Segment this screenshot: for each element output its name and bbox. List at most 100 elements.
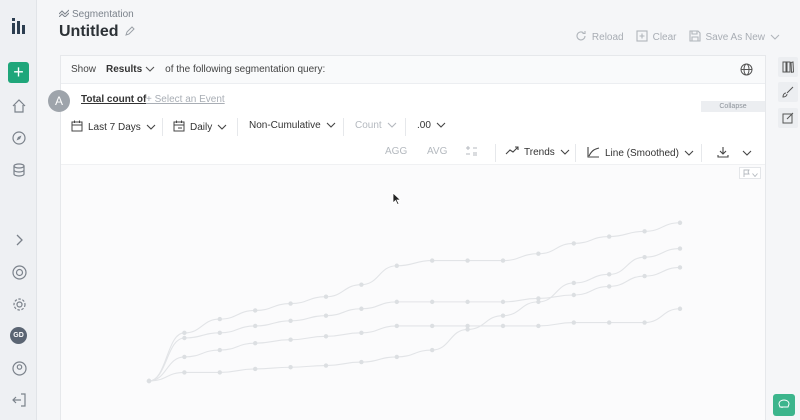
- data-point-s0-5[interactable]: [323, 294, 329, 299]
- interval-dropdown[interactable]: Daily: [173, 120, 227, 135]
- decimals-dropdown[interactable]: .00: [417, 120, 446, 131]
- data-point-s3-8[interactable]: [430, 323, 435, 329]
- lifebuoy-icon[interactable]: [9, 262, 29, 282]
- data-point-s0-14[interactable]: [642, 229, 647, 234]
- data-point-s1-2[interactable]: [217, 330, 222, 336]
- data-point-s0-13[interactable]: [607, 234, 612, 239]
- chat-support-button[interactable]: [773, 394, 795, 416]
- series-line-3[interactable]: [148, 308, 681, 382]
- clear-button[interactable]: Clear: [636, 30, 677, 45]
- data-point-s1-9[interactable]: [465, 299, 470, 305]
- data-point-s0-7[interactable]: [394, 263, 399, 268]
- brush-icon[interactable]: [778, 82, 798, 102]
- library-icon[interactable]: [778, 57, 798, 77]
- chevron-right-icon[interactable]: [9, 230, 29, 250]
- data-point-s2-11[interactable]: [536, 299, 541, 305]
- collapse-button[interactable]: Collapse: [701, 101, 765, 112]
- cumulative-dropdown[interactable]: Non-Cumulative: [249, 120, 336, 131]
- logout-icon[interactable]: [9, 390, 29, 410]
- database-icon[interactable]: [9, 160, 29, 180]
- count-dropdown[interactable]: Count: [355, 120, 397, 131]
- data-point-s1-5[interactable]: [323, 313, 329, 318]
- data-point-s2-5[interactable]: [323, 363, 329, 368]
- data-point-s3-12[interactable]: [571, 320, 576, 325]
- pencil-icon[interactable]: [124, 23, 135, 41]
- data-point-s3-10[interactable]: [500, 323, 506, 329]
- data-point-s0-10[interactable]: [500, 258, 506, 263]
- home-icon[interactable]: [9, 96, 29, 116]
- data-point-s3-11[interactable]: [536, 323, 541, 329]
- data-point-s2-4[interactable]: [288, 365, 293, 370]
- results-dropdown[interactable]: Results: [106, 64, 155, 75]
- data-point-s2-6[interactable]: [359, 359, 364, 365]
- data-point-s0-6[interactable]: [359, 282, 364, 287]
- data-point-s1-4[interactable]: [288, 318, 293, 323]
- save-as-new-button[interactable]: Save As New: [688, 30, 780, 45]
- reload-button[interactable]: Reload: [575, 30, 624, 45]
- agg-button[interactable]: AGG: [385, 146, 407, 157]
- data-point-s3-9[interactable]: [465, 323, 470, 329]
- data-point-s1-15[interactable]: [677, 265, 683, 270]
- data-point-s3-6[interactable]: [359, 330, 364, 336]
- select-event-link[interactable]: + Select an Event: [146, 94, 225, 105]
- data-point-s2-3[interactable]: [253, 366, 258, 372]
- data-point-s1-7[interactable]: [394, 299, 399, 305]
- formula-icon[interactable]: [465, 145, 479, 157]
- data-point-s3-7[interactable]: [394, 323, 399, 329]
- line-type-dropdown[interactable]: Line (Smoothed): [587, 146, 694, 161]
- data-point-s3-1[interactable]: [182, 354, 187, 360]
- data-point-s2-13[interactable]: [607, 272, 612, 277]
- data-point-s0-3[interactable]: [253, 308, 258, 313]
- divider: [701, 144, 702, 162]
- user-icon[interactable]: [9, 358, 29, 378]
- data-point-s3-5[interactable]: [323, 334, 329, 339]
- data-point-s1-3[interactable]: [253, 323, 258, 329]
- data-point-s0-4[interactable]: [288, 301, 293, 306]
- app-logo-icon[interactable]: [9, 16, 29, 36]
- data-point-s2-14[interactable]: [642, 254, 647, 260]
- data-point-s3-3[interactable]: [253, 340, 258, 346]
- controls-row: Last 7 Days Daily Non-Cumulative Count .…: [61, 114, 765, 140]
- avg-button[interactable]: AVG: [427, 146, 447, 157]
- add-button[interactable]: +: [8, 62, 29, 83]
- data-point-s1-13[interactable]: [607, 284, 612, 289]
- data-point-s1-6[interactable]: [359, 306, 364, 311]
- data-point-s0-2[interactable]: [217, 316, 222, 322]
- total-count-link[interactable]: Total count of: [81, 94, 146, 105]
- compass-icon[interactable]: [9, 128, 29, 148]
- data-point-s1-12[interactable]: [571, 292, 576, 298]
- data-point-s0-9[interactable]: [465, 258, 470, 263]
- date-range-dropdown[interactable]: Last 7 Days: [71, 120, 156, 135]
- data-point-s1-1[interactable]: [182, 335, 187, 341]
- series-line-2[interactable]: [148, 248, 681, 382]
- data-point-s2-12[interactable]: [571, 280, 576, 286]
- gear-icon[interactable]: [9, 294, 29, 314]
- data-point-s0-8[interactable]: [430, 258, 435, 263]
- data-point-s0-15[interactable]: [677, 220, 683, 225]
- data-point-s1-8[interactable]: [430, 299, 435, 305]
- data-point-s3-2[interactable]: [217, 347, 222, 353]
- breadcrumb[interactable]: Segmentation: [58, 9, 134, 20]
- data-point-s0-1[interactable]: [182, 330, 187, 336]
- download-dropdown[interactable]: [717, 146, 752, 161]
- data-point-s0-11[interactable]: [536, 251, 541, 256]
- data-point-s2-15[interactable]: [677, 246, 683, 251]
- data-point-s2-7[interactable]: [394, 354, 399, 360]
- data-point-s3-4[interactable]: [288, 337, 293, 342]
- data-point-s2-8[interactable]: [430, 347, 435, 353]
- edit-note-icon[interactable]: [778, 108, 798, 128]
- data-point-s1-14[interactable]: [642, 273, 647, 279]
- globe-icon[interactable]: [740, 63, 753, 79]
- data-point-s1-10[interactable]: [500, 299, 506, 305]
- data-point-s3-0[interactable]: [146, 378, 152, 384]
- data-point-s0-12[interactable]: [571, 241, 576, 246]
- data-point-s2-10[interactable]: [500, 313, 506, 318]
- series-line-1[interactable]: [148, 266, 681, 382]
- data-point-s2-2[interactable]: [217, 370, 222, 375]
- data-point-s3-13[interactable]: [607, 320, 612, 325]
- data-point-s2-1[interactable]: [182, 370, 187, 375]
- data-point-s3-15[interactable]: [677, 306, 683, 311]
- user-avatar[interactable]: GD: [10, 327, 27, 344]
- trends-dropdown[interactable]: Trends: [505, 146, 570, 159]
- data-point-s3-14[interactable]: [642, 320, 647, 325]
